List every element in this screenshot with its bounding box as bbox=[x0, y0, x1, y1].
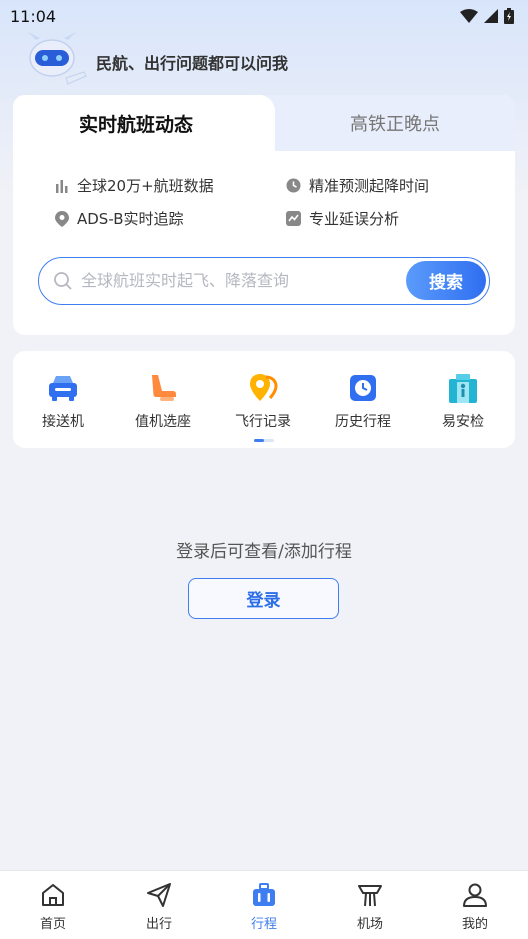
signal-icon bbox=[484, 9, 498, 23]
status-bar: 11:04 bbox=[0, 0, 528, 32]
home-icon bbox=[42, 884, 64, 906]
feature-label: 精准预测起降时间 bbox=[309, 177, 430, 195]
trend-chart-icon bbox=[286, 211, 301, 226]
service-shortcuts: 接送机 值机选座 飞行记录 历史行程 易安检 bbox=[13, 351, 515, 448]
flight-status-card: 实时航班动态 高铁正晚点 全球20万+航班数据 精准预测起降时间 ADS-B实时… bbox=[13, 95, 515, 335]
person-icon bbox=[463, 883, 487, 907]
bar-chart-icon bbox=[56, 179, 68, 193]
nav-label: 机场 bbox=[356, 917, 383, 932]
page-indicator bbox=[254, 439, 274, 442]
status-icons bbox=[460, 8, 514, 24]
tab-flight-status[interactable]: 实时航班动态 bbox=[13, 95, 259, 151]
service-label: 易安检 bbox=[442, 414, 484, 430]
feature-global-data: 全球20万+航班数据 bbox=[55, 175, 214, 196]
service-pickup[interactable]: 接送机 bbox=[13, 371, 113, 437]
empty-state-hint: 登录后可查看/添加行程 bbox=[176, 542, 352, 562]
nav-airport[interactable]: 机场 bbox=[317, 881, 423, 937]
service-checkin-seat[interactable]: 值机选座 bbox=[113, 371, 213, 437]
nav-travel[interactable]: 出行 bbox=[106, 881, 212, 937]
service-flight-record[interactable]: 飞行记录 bbox=[213, 371, 313, 437]
robot-mascot-icon bbox=[28, 32, 87, 96]
history-clock-icon bbox=[350, 375, 376, 401]
clock-icon bbox=[286, 178, 301, 193]
service-label: 值机选座 bbox=[135, 414, 191, 430]
status-time: 11:04 bbox=[10, 6, 57, 26]
search-icon bbox=[54, 272, 72, 290]
feature-adsb-tracking: ADS-B实时追踪 bbox=[55, 208, 184, 229]
flight-search-box[interactable]: 全球航班实时起飞、降落查询 搜索 bbox=[38, 257, 490, 305]
airport-tower-icon bbox=[358, 885, 382, 907]
seat-icon bbox=[152, 375, 176, 401]
flight-record-icon bbox=[250, 374, 278, 401]
nav-label: 我的 bbox=[461, 917, 488, 932]
search-input[interactable]: 全球航班实时起飞、降落查询 bbox=[81, 258, 289, 304]
wifi-icon bbox=[460, 9, 478, 23]
nav-label: 行程 bbox=[250, 917, 277, 932]
nav-label: 首页 bbox=[39, 917, 66, 932]
service-label: 历史行程 bbox=[335, 414, 391, 430]
nav-itinerary[interactable]: 行程 bbox=[211, 881, 317, 937]
bottom-nav: 首页 出行 行程 机场 我的 bbox=[0, 870, 528, 939]
search-button[interactable]: 搜索 bbox=[406, 261, 486, 300]
service-label: 接送机 bbox=[42, 414, 84, 430]
service-label: 飞行记录 bbox=[235, 414, 291, 430]
paper-plane-icon bbox=[147, 883, 171, 907]
nav-label: 出行 bbox=[145, 917, 172, 932]
feature-label: 全球20万+航班数据 bbox=[77, 177, 214, 195]
battery-icon bbox=[504, 8, 514, 24]
assistant-robot[interactable] bbox=[22, 30, 92, 96]
feature-label: ADS-B实时追踪 bbox=[77, 210, 184, 228]
service-security-check[interactable]: 易安检 bbox=[413, 371, 513, 437]
car-icon bbox=[49, 376, 77, 401]
feature-label: 专业延误分析 bbox=[309, 210, 400, 228]
nav-home[interactable]: 首页 bbox=[0, 881, 106, 937]
nav-profile[interactable]: 我的 bbox=[422, 881, 528, 937]
feature-predict-time: 精准预测起降时间 bbox=[286, 175, 429, 196]
assistant-prompt[interactable]: 民航、出行问题都可以问我 bbox=[96, 50, 288, 74]
location-pin-icon bbox=[55, 210, 69, 227]
service-trip-history[interactable]: 历史行程 bbox=[313, 371, 413, 437]
login-button[interactable]: 登录 bbox=[188, 578, 339, 619]
suitcase-icon bbox=[253, 883, 275, 906]
tab-train-punctuality[interactable]: 高铁正晚点 bbox=[275, 95, 515, 151]
feature-delay-analysis: 专业延误分析 bbox=[286, 208, 399, 229]
security-check-icon bbox=[449, 374, 477, 403]
